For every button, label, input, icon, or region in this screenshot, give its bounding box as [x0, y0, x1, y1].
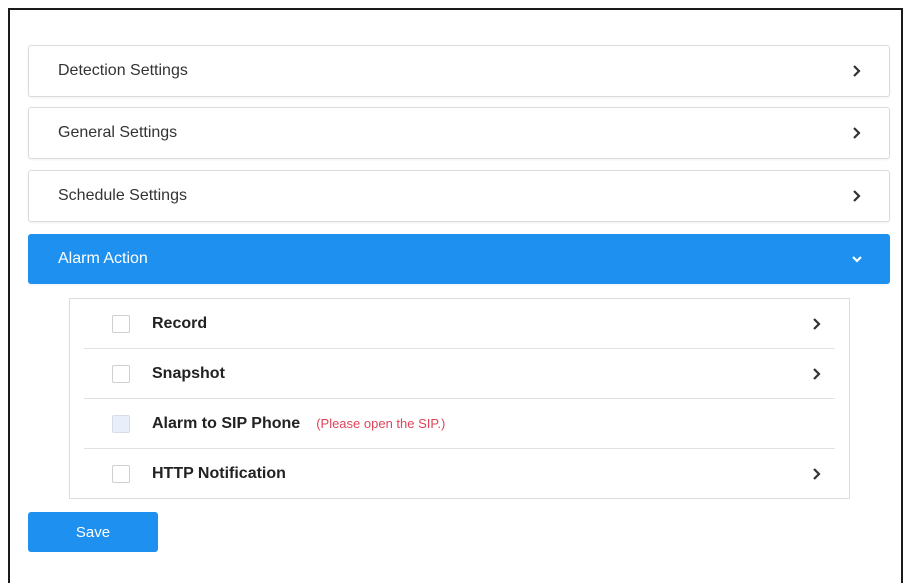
chevron-right-icon: [853, 190, 861, 202]
panel-label: Schedule Settings: [58, 187, 187, 204]
http-notification-checkbox[interactable]: [112, 465, 130, 483]
option-label: Record: [152, 314, 208, 332]
sip-phone-checkbox: [112, 414, 130, 433]
chevron-right-icon: [853, 127, 861, 139]
save-button[interactable]: Save: [28, 512, 158, 552]
alarm-option-sip-phone: Alarm to SIP Phone (Please open the SIP.…: [84, 399, 835, 449]
snapshot-checkbox[interactable]: [112, 364, 130, 383]
alarm-option-record: Record: [84, 299, 835, 349]
option-label: HTTP Notification: [152, 465, 286, 482]
alarm-action-options: Record Snapshot Alarm to SIP Phone (Plea…: [69, 298, 850, 499]
chevron-right-icon[interactable]: [811, 467, 823, 481]
sip-note: (Please open the SIP.): [316, 416, 446, 431]
panel-label: General Settings: [58, 124, 178, 141]
record-checkbox[interactable]: [112, 314, 130, 333]
panel-alarm-action[interactable]: Alarm Action: [28, 234, 890, 284]
alarm-option-snapshot: Snapshot: [84, 349, 835, 399]
alarm-option-http-notification: HTTP Notification: [84, 449, 835, 499]
panel-general-settings[interactable]: General Settings: [28, 107, 890, 159]
option-label: Alarm to SIP Phone: [152, 414, 301, 432]
chevron-right-icon[interactable]: [811, 367, 823, 381]
panel-schedule-settings[interactable]: Schedule Settings: [28, 170, 890, 222]
panel-label: Detection Settings: [58, 62, 188, 79]
panel-detection-settings[interactable]: Detection Settings: [28, 45, 890, 97]
chevron-right-icon[interactable]: [811, 317, 823, 331]
chevron-right-icon: [853, 65, 861, 77]
panel-label: Alarm Action: [58, 250, 148, 267]
chevron-down-icon: [852, 256, 862, 263]
option-label: Snapshot: [152, 364, 225, 382]
